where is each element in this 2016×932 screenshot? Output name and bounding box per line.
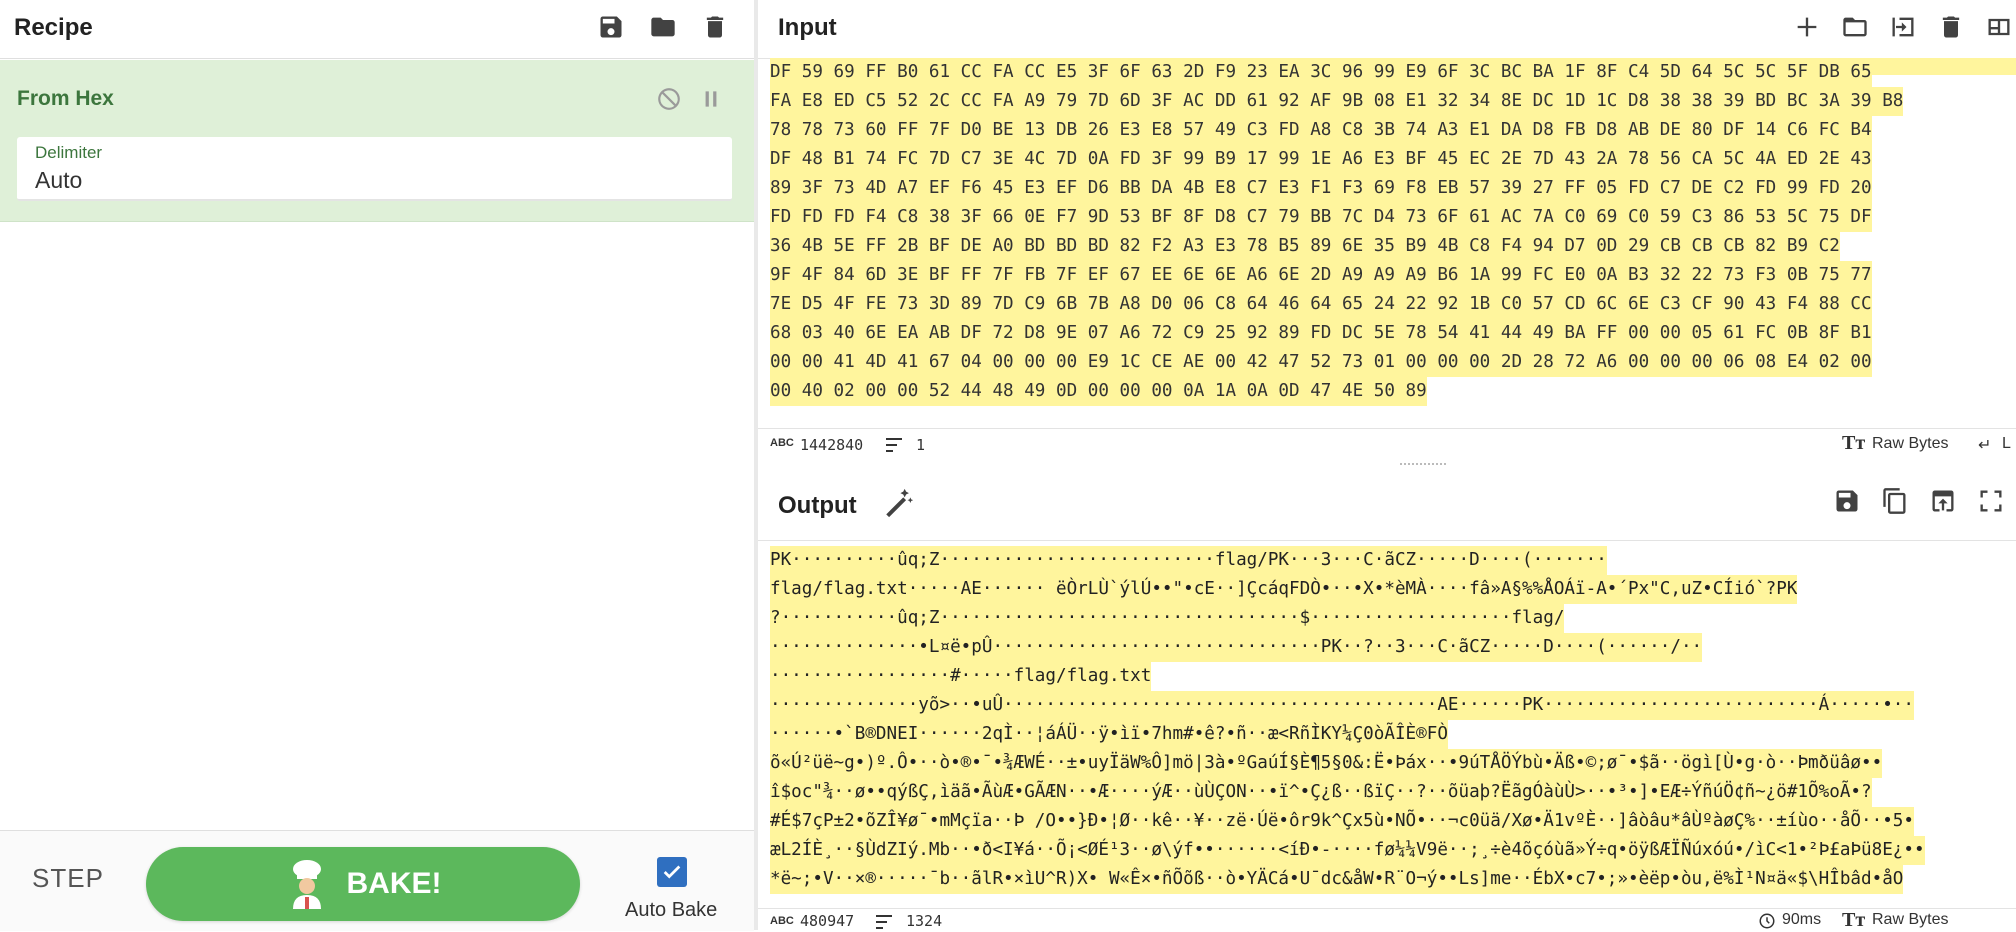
hex-line: 9F 4F 84 6D 3E BF FF 7F FB 7F EF 67 EE 6… xyxy=(770,261,1872,290)
hex-line: 68 03 40 6E EA AB DF 72 D8 9E 07 A6 72 C… xyxy=(770,319,1872,348)
output-title: Output xyxy=(778,492,857,519)
copy-output-icon[interactable] xyxy=(1878,484,1912,518)
hex-line: 00 40 02 00 00 52 44 48 49 0D 00 00 00 0… xyxy=(770,377,1427,406)
operation-from-hex[interactable]: From Hex Delimiter Auto xyxy=(0,60,754,222)
output-line: î$oc"¾··ø••qýßÇ,ìäã•ÃùÆ•GÃÆN··•Æ····ýÆ··… xyxy=(770,778,1872,807)
input-status-bar: ABC 1442840 1 Tт Raw Bytes ↵ L xyxy=(758,428,2016,463)
autobake-checkbox[interactable] xyxy=(657,857,687,887)
output-line: *ë~;•V··×®·····¯b··ãlR•×ìU^R)X• W«Ê×•ñÕõ… xyxy=(770,865,1904,894)
maximise-output-icon[interactable] xyxy=(1974,484,2008,518)
text-format-icon[interactable]: Tт xyxy=(1842,909,1865,932)
output-line: ··············•L¤ë•pÛ···················… xyxy=(770,633,1703,662)
clear-input-icon[interactable] xyxy=(1934,10,1968,44)
hex-line: 89 3F 73 4D A7 EF F6 45 E3 EF D6 BB DA 4… xyxy=(770,174,1872,203)
autobake-label: Auto Bake xyxy=(625,899,718,921)
output-text[interactable]: PK··········ûq;Z························… xyxy=(770,546,2016,896)
pause-icon[interactable] xyxy=(694,82,728,116)
output-lines: 1324 xyxy=(906,912,943,930)
output-line: õ«Ú²üë~g•)º.Ô•··ò•®•¯•¾ÆWÉ··±•uyÏäW%Ô]mö… xyxy=(770,749,1883,778)
input-pane: Input DF 59 69 FF B0 61 CC FA CC E5 3F 6… xyxy=(758,0,2016,463)
bake-time: 90ms xyxy=(1782,911,1822,928)
output-length: 480947 xyxy=(800,912,855,930)
output-line: #É$7çP±2•õZÎ¥ø¯•mMçïa··Þ /O••}Ð•¦Ø··kê··… xyxy=(770,807,1914,836)
open-file-icon[interactable] xyxy=(1886,10,1920,44)
reset-layout-icon[interactable] xyxy=(1982,10,2016,44)
delimiter-value[interactable]: Auto xyxy=(35,167,82,194)
hex-line: FD FD FD F4 C8 38 3F 66 0E F7 9D 53 BF 8… xyxy=(770,203,1872,232)
add-input-tab-icon[interactable] xyxy=(1790,10,1824,44)
hex-line: 78 78 73 60 FF 7F D0 BE 13 DB 26 E3 E8 5… xyxy=(770,116,1872,145)
clear-recipe-icon[interactable] xyxy=(698,10,732,44)
output-line: ··············yõ>··•uÛ··················… xyxy=(770,691,1914,720)
lines-icon xyxy=(886,438,902,452)
output-line: ······•`B®DNEI······2qÌ··¦áÁÜ··ÿ•ìï•7hm#… xyxy=(770,720,1448,749)
clock-icon xyxy=(1759,913,1775,929)
output-line: ?···········ûq;Z························… xyxy=(770,604,1565,633)
eol-icon[interactable]: ↵ xyxy=(1978,435,1991,455)
hex-line: FA E8 ED C5 52 2C CC FA A9 79 7D 6D 3F A… xyxy=(770,87,1904,116)
hex-line: 00 00 41 4D 41 67 04 00 00 00 E9 1C CE A… xyxy=(770,348,1872,377)
eol-label[interactable]: L xyxy=(2002,435,2011,453)
input-textarea[interactable]: DF 59 69 FF B0 61 CC FA CC E5 3F 6F 63 2… xyxy=(770,58,2016,426)
recipe-pane: Recipe From Hex Delimiter Auto STEP BAKE… xyxy=(0,0,754,931)
chef-icon xyxy=(292,860,321,909)
replace-input-icon[interactable] xyxy=(1926,484,1960,518)
magic-wand-icon[interactable] xyxy=(882,486,916,520)
step-button[interactable]: STEP xyxy=(32,863,104,894)
output-header: Output xyxy=(758,466,2016,541)
text-format-icon[interactable]: Tт xyxy=(1842,432,1865,455)
length-icon: ABC xyxy=(770,915,794,927)
output-status-bar: ABC 480947 1324 90ms Tт Raw Bytes xyxy=(758,908,2016,931)
hex-line: DF 48 B1 74 FC 7D C7 3E 4C 7D 0A FD 3F 9… xyxy=(770,145,1872,174)
hex-line: 7E D5 4F FE 73 3D 89 7D C9 6B 7B A8 D0 0… xyxy=(770,290,1872,319)
output-encoding[interactable]: Raw Bytes xyxy=(1872,911,1948,929)
recipe-header: Recipe xyxy=(0,0,754,59)
recipe-controls: STEP BAKE! Auto Bake xyxy=(0,830,754,931)
output-line: æL2ÍÈ¸··§ÙdZIý.Mb··•ð<I¥á··Õ¡<ØÉ¹3··ø\ýf… xyxy=(770,836,1925,865)
open-folder-icon[interactable] xyxy=(1838,10,1872,44)
hex-line: 36 4B 5E FF 2B BF DE A0 BD BD BD 82 F2 A… xyxy=(770,232,1840,261)
input-lines: 1 xyxy=(916,436,926,454)
delimiter-field[interactable]: Delimiter Auto xyxy=(17,137,732,201)
output-line: flag/flag.txt·····AE······ ëÒrLÙ`ýlÚ••"•… xyxy=(770,575,1798,604)
input-title: Input xyxy=(778,14,837,41)
hex-line: DF 59 69 FF B0 61 CC FA CC E5 3F 6F 63 2… xyxy=(770,58,1872,87)
recipe-title: Recipe xyxy=(14,14,93,41)
operation-title: From Hex xyxy=(17,87,114,110)
output-line: ·················#·····flag/flag.txt xyxy=(770,662,1152,691)
bake-button[interactable]: BAKE! xyxy=(146,847,580,921)
load-recipe-icon[interactable] xyxy=(646,10,680,44)
save-output-icon[interactable] xyxy=(1830,484,1864,518)
input-encoding[interactable]: Raw Bytes xyxy=(1872,435,1948,453)
input-header: Input xyxy=(758,0,2016,59)
output-pane: Output PK··········ûq;Z·················… xyxy=(758,466,2016,931)
length-icon: ABC xyxy=(770,437,794,449)
disable-icon[interactable] xyxy=(652,82,686,116)
output-line: PK··········ûq;Z························… xyxy=(770,546,1607,575)
bake-label: BAKE! xyxy=(346,867,442,900)
delimiter-label: Delimiter xyxy=(35,143,103,162)
input-length: 1442840 xyxy=(800,436,864,454)
lines-icon xyxy=(876,915,892,929)
save-recipe-icon[interactable] xyxy=(594,10,628,44)
